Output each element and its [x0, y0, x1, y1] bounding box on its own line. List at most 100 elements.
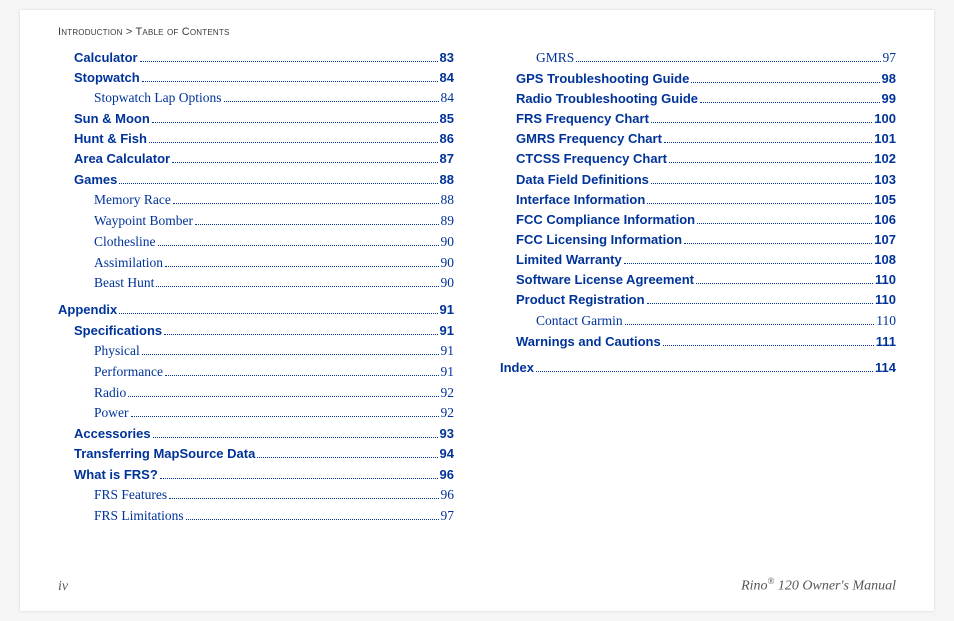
- toc-page-number: 94: [440, 444, 454, 464]
- toc-leader-dots: [140, 61, 438, 62]
- toc-page-number: 88: [440, 170, 454, 190]
- toc-label: Product Registration: [516, 290, 645, 310]
- toc-page-number: 114: [875, 358, 896, 378]
- toc-leader-dots: [142, 81, 438, 82]
- toc-label: Stopwatch Lap Options: [94, 88, 222, 109]
- toc-label: Contact Garmin: [536, 311, 623, 332]
- toc-page-number: 91: [440, 321, 454, 341]
- toc-leader-dots: [647, 203, 872, 204]
- page-footer: iv Rino® 120 Owner's Manual: [58, 576, 896, 595]
- toc-label: Interface Information: [516, 190, 645, 210]
- toc-label: Waypoint Bomber: [94, 211, 193, 232]
- toc-entry[interactable]: Games88: [58, 170, 454, 190]
- toc-leader-dots: [142, 354, 439, 355]
- toc-entry[interactable]: Contact Garmin 110: [500, 311, 896, 332]
- toc-entry[interactable]: Area Calculator87: [58, 149, 454, 169]
- toc-entry[interactable]: Radio92: [58, 383, 454, 404]
- toc-entry[interactable]: Waypoint Bomber 89: [58, 211, 454, 232]
- toc-entry[interactable]: Accessories93: [58, 424, 454, 444]
- toc-label: Limited Warranty: [516, 250, 622, 270]
- toc-entry[interactable]: Radio Troubleshooting Guide99: [500, 89, 896, 109]
- toc-entry[interactable]: CTCSS Frequency Chart102: [500, 149, 896, 169]
- toc-leader-dots: [165, 266, 438, 267]
- toc-page-number: 91: [441, 362, 455, 383]
- toc-column-left: Calculator83Stopwatch84Stopwatch Lap Opt…: [58, 48, 454, 568]
- toc-page-number: 90: [441, 253, 455, 274]
- toc-leader-dots: [697, 223, 872, 224]
- toc-entry[interactable]: GPS Troubleshooting Guide 98: [500, 69, 896, 89]
- toc-entry[interactable]: Physical91: [58, 341, 454, 362]
- toc-label: Radio: [94, 383, 126, 404]
- toc-entry[interactable]: Transferring MapSource Data 94: [58, 444, 454, 464]
- toc-leader-dots: [625, 324, 875, 325]
- toc-page-number: 96: [440, 465, 454, 485]
- toc-entry[interactable]: Clothesline 90: [58, 232, 454, 253]
- toc-page-number: 108: [874, 250, 896, 270]
- toc-entry[interactable]: Sun & Moon85: [58, 109, 454, 129]
- toc-entry[interactable]: Data Field Definitions 103: [500, 170, 896, 190]
- toc-page-number: 103: [874, 170, 896, 190]
- toc-label: GPS Troubleshooting Guide: [516, 69, 689, 89]
- toc-entry[interactable]: FRS Limitations97: [58, 506, 454, 527]
- toc-label: Data Field Definitions: [516, 170, 649, 190]
- breadcrumb-separator: >: [126, 26, 136, 38]
- toc-page-number: 98: [882, 69, 896, 89]
- toc-entry[interactable]: FCC Licensing Information 107: [500, 230, 896, 250]
- toc-leader-dots: [536, 371, 873, 372]
- toc-leader-dots: [172, 162, 437, 163]
- toc-entry[interactable]: Calculator83: [58, 48, 454, 68]
- toc-entry[interactable]: Index114: [500, 358, 896, 378]
- toc-leader-dots: [119, 183, 437, 184]
- toc-entry[interactable]: Power92: [58, 403, 454, 424]
- toc-label: Stopwatch: [74, 68, 140, 88]
- toc-entry[interactable]: FCC Compliance Information106: [500, 210, 896, 230]
- toc-leader-dots: [651, 122, 872, 123]
- toc-label: GMRS: [536, 48, 574, 69]
- manual-title: Rino® 120 Owner's Manual: [741, 576, 896, 595]
- toc-entry[interactable]: GMRS97: [500, 48, 896, 69]
- toc-label: Specifications: [74, 321, 162, 341]
- toc-entry[interactable]: Hunt & Fish86: [58, 129, 454, 149]
- toc-label: Beast Hunt: [94, 273, 154, 294]
- toc-column-right: GMRS97GPS Troubleshooting Guide 98Radio T…: [500, 48, 896, 568]
- toc-page-number: 100: [874, 109, 896, 129]
- toc-entry[interactable]: Stopwatch Lap Options84: [58, 88, 454, 109]
- toc-leader-dots: [684, 243, 872, 244]
- toc-entry[interactable]: Specifications 91: [58, 321, 454, 341]
- toc-entry[interactable]: GMRS Frequency Chart101: [500, 129, 896, 149]
- toc-label: Clothesline: [94, 232, 156, 253]
- breadcrumb: Introduction > Table of Contents: [58, 26, 896, 38]
- toc-entry[interactable]: Memory Race 88: [58, 190, 454, 211]
- toc-entry[interactable]: Limited Warranty 108: [500, 250, 896, 270]
- toc-label: GMRS Frequency Chart: [516, 129, 662, 149]
- toc-entry[interactable]: Appendix91: [58, 300, 454, 320]
- toc-label: FCC Licensing Information: [516, 230, 682, 250]
- toc-entry[interactable]: FRS Frequency Chart100: [500, 109, 896, 129]
- toc-label: FCC Compliance Information: [516, 210, 695, 230]
- toc-leader-dots: [158, 245, 439, 246]
- toc-entry[interactable]: Software License Agreement110: [500, 270, 896, 290]
- toc-page-number: 90: [441, 232, 455, 253]
- toc-entry[interactable]: Warnings and Cautions111: [500, 332, 896, 352]
- toc-entry[interactable]: Product Registration 110: [500, 290, 896, 310]
- toc-page-number: 89: [441, 211, 455, 232]
- toc-label: Transferring MapSource Data: [74, 444, 255, 464]
- toc-page-number: 110: [875, 270, 896, 290]
- toc-page-number: 110: [876, 311, 896, 332]
- document-page: Introduction > Table of Contents Calcula…: [20, 10, 934, 611]
- toc-page-number: 110: [875, 290, 896, 310]
- toc-entry[interactable]: What is FRS? 96: [58, 465, 454, 485]
- toc-page-number: 107: [874, 230, 896, 250]
- toc-entry[interactable]: FRS Features96: [58, 485, 454, 506]
- toc-label: What is FRS?: [74, 465, 158, 485]
- toc-leader-dots: [186, 519, 439, 520]
- toc-label: Memory Race: [94, 190, 171, 211]
- toc-entry[interactable]: Assimilation90: [58, 253, 454, 274]
- toc-entry[interactable]: Stopwatch84: [58, 68, 454, 88]
- toc-leader-dots: [165, 375, 439, 376]
- toc-page-number: 88: [441, 190, 455, 211]
- toc-leader-dots: [691, 82, 879, 83]
- toc-entry[interactable]: Performance91: [58, 362, 454, 383]
- toc-entry[interactable]: Interface Information105: [500, 190, 896, 210]
- toc-entry[interactable]: Beast Hunt90: [58, 273, 454, 294]
